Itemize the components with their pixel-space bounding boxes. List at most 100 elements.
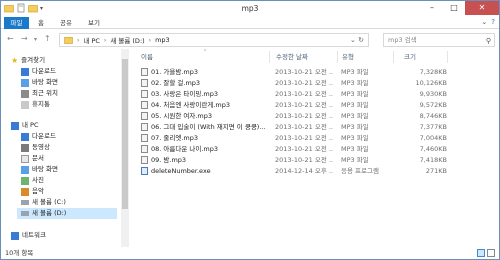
- recycle-bin-icon: [21, 100, 29, 109]
- nav-favorites[interactable]: ★ 즐겨찾기: [11, 55, 45, 66]
- application-file-icon: [141, 167, 148, 175]
- chevron-right-icon: ›: [148, 36, 152, 44]
- nav-network[interactable]: 네트워크: [11, 230, 46, 241]
- file-type: 응용 프로그램: [341, 167, 379, 175]
- file-date: 2014-12-14 오후 ...: [275, 167, 333, 175]
- address-bar[interactable]: › 내 PC › 새 볼륨 (D:) › mp3 ⌄ ↻: [59, 33, 369, 47]
- navigation-pane: ★ 즐겨찾기 다운로드 바탕 화면 최근 위치 휴지통 내 PC 다운로드 동영…: [1, 49, 129, 247]
- file-name: deleteNumber.exe: [151, 167, 211, 175]
- tab-share[interactable]: 공유: [55, 17, 77, 29]
- tab-home[interactable]: 홈: [33, 17, 49, 29]
- nav-item-documents[interactable]: 문서: [21, 153, 44, 164]
- chevron-down-icon[interactable]: ⌄: [350, 36, 356, 44]
- minimize-button[interactable]: –: [421, 1, 443, 15]
- file-size: 9,930KB: [419, 90, 447, 98]
- ribbon-tabs: 파일 홈 공유 보기 ⌄ ?: [1, 17, 499, 29]
- file-name: 05. 시원한 여자.mp3: [151, 112, 213, 120]
- file-size: 7,377KB: [419, 123, 447, 131]
- nav-item-music[interactable]: 음악: [21, 186, 44, 197]
- file-row[interactable]: 05. 시원한 여자.mp3 2013-10-21 오전 ... MP3 파일 8,7…: [139, 111, 447, 121]
- file-row[interactable]: deleteNumber.exe 2014-12-14 오후 ... 응용 프로그램…: [139, 166, 447, 176]
- file-name: 01. 가을밤.mp3: [151, 68, 199, 76]
- maximize-button[interactable]: □: [443, 1, 465, 15]
- nav-item-pictures[interactable]: 사진: [21, 175, 44, 186]
- pictures-icon: [21, 176, 29, 185]
- title-bar: ▾ mp3 – □ ✕: [1, 1, 499, 17]
- ribbon-expand-icon[interactable]: ⌄: [481, 18, 487, 26]
- file-date: 2013-10-21 오전 ...: [275, 112, 333, 120]
- computer-icon: [11, 121, 19, 130]
- breadcrumb-drive-d[interactable]: 새 볼륨 (D:): [110, 35, 144, 45]
- column-separator[interactable]: [393, 51, 394, 63]
- search-icon[interactable]: ⚲: [486, 35, 491, 47]
- audio-file-icon: [141, 101, 148, 109]
- back-button[interactable]: ←: [7, 34, 14, 43]
- column-separator[interactable]: [447, 51, 448, 63]
- column-separator[interactable]: [337, 51, 338, 63]
- column-header-name[interactable]: 이름: [141, 51, 153, 63]
- file-type: MP3 파일: [341, 90, 369, 98]
- file-row[interactable]: 09. 밤.mp3 2013-10-21 오전 ... MP3 파일 7,418KB: [139, 155, 447, 165]
- audio-file-icon: [141, 112, 148, 120]
- file-type: MP3 파일: [341, 101, 369, 109]
- file-size: 10,126KB: [415, 79, 447, 87]
- refresh-icon[interactable]: ↻: [358, 36, 364, 44]
- file-date: 2013-10-21 오전 ...: [275, 145, 333, 153]
- audio-file-icon: [141, 145, 148, 153]
- file-date: 2013-10-21 오전 ...: [275, 156, 333, 164]
- tab-view[interactable]: 보기: [83, 17, 105, 29]
- nav-scrollbar[interactable]: [121, 49, 129, 247]
- file-row[interactable]: 03. 사랑은 타이밍.mp3 2013-10-21 오전 ... MP3 파일 9,…: [139, 89, 447, 99]
- music-icon: [21, 187, 29, 196]
- help-icon[interactable]: ?: [491, 18, 495, 26]
- nav-item-drive-c[interactable]: 새 볼륨 (C:): [21, 197, 66, 208]
- file-row[interactable]: 02. 잘할 걸.mp3 2013-10-21 오전 ... MP3 파일 10,12…: [139, 78, 447, 88]
- audio-file-icon: [141, 156, 148, 164]
- explorer-window: ▾ mp3 – □ ✕ 파일 홈 공유 보기 ⌄ ? ← → ▾ ↑ › 내 P…: [0, 0, 500, 260]
- nav-item-recent[interactable]: 최근 위치: [21, 88, 58, 99]
- scrollbar-thumb[interactable]: [122, 59, 128, 209]
- nav-item-downloads[interactable]: 다운로드: [21, 66, 56, 77]
- file-name: 09. 밤.mp3: [151, 156, 187, 164]
- desktop-icon: [21, 165, 29, 174]
- nav-item-pc-desktop[interactable]: 바탕 화면: [21, 164, 58, 175]
- nav-item-desktop[interactable]: 바탕 화면: [21, 77, 58, 88]
- videos-icon: [21, 143, 29, 152]
- window-controls: – □ ✕: [421, 1, 499, 15]
- column-header-date[interactable]: 수정한 날짜: [276, 51, 308, 63]
- chevron-right-icon: ›: [103, 36, 107, 44]
- recent-dropdown-icon[interactable]: ▾: [34, 36, 37, 43]
- file-row[interactable]: 01. 가을밤.mp3 2013-10-21 오전 ... MP3 파일 7,328K…: [139, 67, 447, 77]
- breadcrumb-pc[interactable]: 내 PC: [83, 35, 100, 45]
- file-row[interactable]: 08. 아름다운 나이.mp3 2013-10-21 오전 ... MP3 파일 7,…: [139, 144, 447, 154]
- nav-label: 내 PC: [22, 121, 39, 129]
- breadcrumb-mp3[interactable]: mp3: [155, 36, 170, 44]
- up-button[interactable]: ↑: [44, 34, 51, 43]
- file-type: MP3 파일: [341, 156, 369, 164]
- nav-item-pc-downloads[interactable]: 다운로드: [21, 131, 56, 142]
- forward-button[interactable]: →: [21, 34, 28, 43]
- nav-label: 새 볼륨 (D:): [32, 209, 67, 217]
- file-row[interactable]: 04. 처음엔 사랑이란게.mp3 2013-10-21 오전 ... MP3 파일…: [139, 100, 447, 110]
- search-box[interactable]: mp3 검색 ⚲: [383, 33, 495, 47]
- file-size: 271KB: [425, 167, 447, 175]
- column-header-size[interactable]: 크기: [404, 51, 416, 63]
- downloads-icon: [21, 132, 29, 141]
- file-name: 04. 처음엔 사랑이란게.mp3: [151, 101, 230, 109]
- ribbon-controls: ⌄ ?: [481, 18, 495, 26]
- downloads-icon: [21, 67, 29, 76]
- recent-places-icon: [21, 89, 29, 98]
- file-type: MP3 파일: [341, 123, 369, 131]
- nav-item-videos[interactable]: 동영상: [21, 142, 50, 153]
- column-header-type[interactable]: 유형: [342, 51, 354, 63]
- file-row[interactable]: 07. 줄리엣.mp3 2013-10-21 오전 ... MP3 파일 7,004K…: [139, 133, 447, 143]
- column-separator[interactable]: [269, 51, 270, 63]
- nav-this-pc[interactable]: 내 PC: [11, 120, 39, 131]
- large-icons-view-icon[interactable]: [487, 249, 495, 257]
- file-row[interactable]: 06. 그대 입술이 (With 재지면 이 쿵쿵)... 2013-10-21 …: [139, 122, 447, 132]
- close-button[interactable]: ✕: [465, 1, 499, 15]
- tab-file[interactable]: 파일: [4, 17, 29, 29]
- nav-item-drive-d[interactable]: 새 볼륨 (D:): [17, 208, 117, 219]
- nav-item-recycle-bin[interactable]: 휴지통: [21, 99, 50, 110]
- details-view-icon[interactable]: [477, 249, 485, 257]
